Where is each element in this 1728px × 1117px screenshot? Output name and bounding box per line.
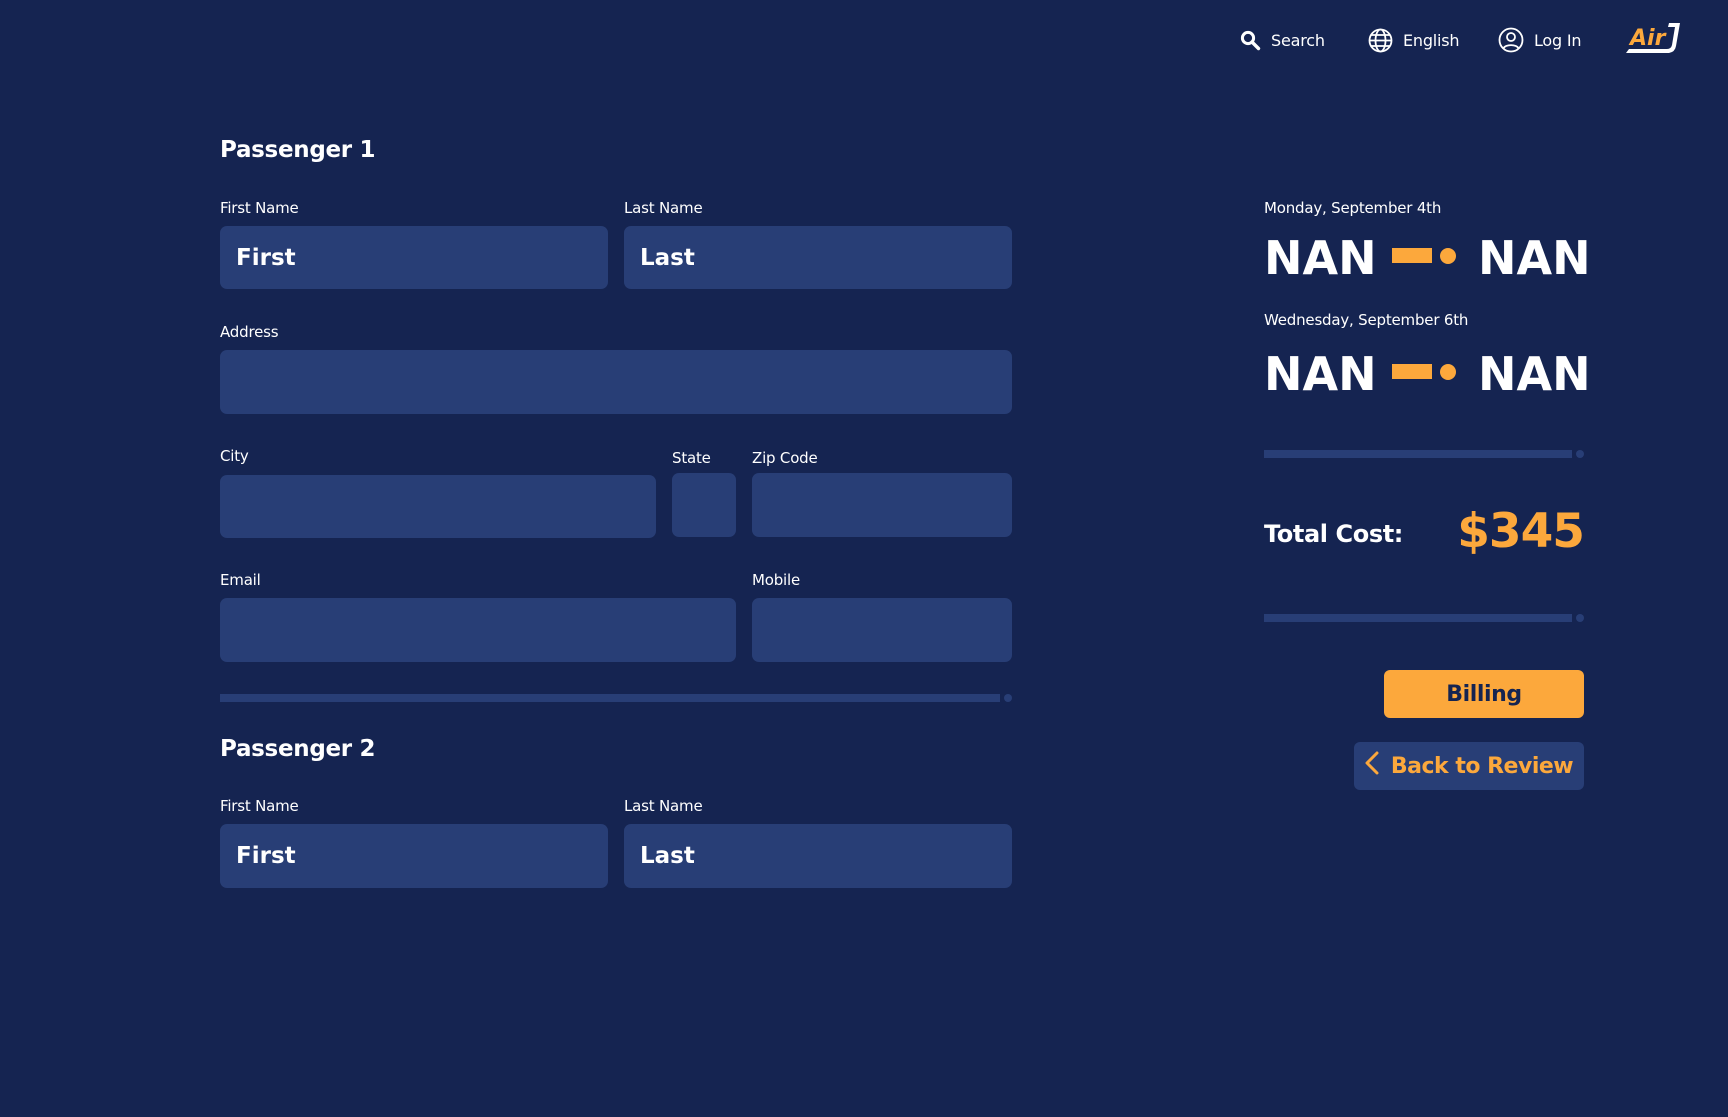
p1-email-input[interactable] xyxy=(220,598,736,662)
login-label: Log In xyxy=(1534,30,1582,50)
outbound-destination: NAN xyxy=(1478,231,1591,285)
p1-zip-input[interactable] xyxy=(752,473,1012,537)
summary-divider-top xyxy=(1264,450,1572,458)
back-to-review-label: Back to Review xyxy=(1390,753,1574,779)
logo-text: Air xyxy=(1628,26,1667,51)
p1-city-label: City xyxy=(220,447,249,465)
p1-first-name-label: First Name xyxy=(220,199,299,217)
user-circle-icon xyxy=(1498,27,1524,53)
passenger-1-title: Passenger 1 xyxy=(220,137,376,163)
p1-mobile-input[interactable] xyxy=(752,598,1012,662)
billing-button[interactable]: Billing xyxy=(1384,670,1584,718)
outbound-origin: NAN xyxy=(1264,231,1377,285)
language-selector[interactable]: English xyxy=(1368,26,1460,54)
globe-icon xyxy=(1368,28,1393,53)
outbound-date: Monday, September 4th xyxy=(1264,199,1442,217)
search-label: Search xyxy=(1271,30,1325,50)
p2-last-name-label: Last Name xyxy=(624,797,703,815)
divider-dot xyxy=(1576,614,1584,622)
p2-last-name-input[interactable] xyxy=(624,824,1012,888)
return-date: Wednesday, September 6th xyxy=(1264,311,1469,329)
total-cost-value: $345 xyxy=(1457,504,1585,559)
back-to-review-button[interactable]: Back to Review xyxy=(1354,742,1584,790)
route-line-icon xyxy=(1392,364,1432,379)
return-origin: NAN xyxy=(1264,347,1377,401)
route-dot-icon xyxy=(1440,364,1456,380)
return-destination: NAN xyxy=(1478,347,1591,401)
p1-state-input[interactable] xyxy=(672,473,736,537)
p1-city-input[interactable] xyxy=(220,475,656,538)
p1-first-name-input[interactable] xyxy=(220,226,608,289)
p1-address-label: Address xyxy=(220,323,279,341)
route-line-icon xyxy=(1392,248,1432,263)
p2-first-name-label: First Name xyxy=(220,797,299,815)
summary-divider-bottom xyxy=(1264,614,1572,622)
p1-mobile-label: Mobile xyxy=(752,571,801,589)
p2-first-name-input[interactable] xyxy=(220,824,608,888)
section-divider xyxy=(220,694,1000,702)
airj-logo[interactable]: Air xyxy=(1622,20,1684,60)
passenger-2-title: Passenger 2 xyxy=(220,736,376,762)
search-button[interactable]: Search xyxy=(1240,26,1325,54)
p1-zip-label: Zip Code xyxy=(752,449,818,467)
p1-last-name-label: Last Name xyxy=(624,199,703,217)
divider-dot xyxy=(1004,694,1012,702)
p1-last-name-input[interactable] xyxy=(624,226,1012,289)
route-dot-icon xyxy=(1440,248,1456,264)
p1-email-label: Email xyxy=(220,571,261,589)
search-icon xyxy=(1240,30,1261,51)
chevron-left-icon xyxy=(1365,751,1379,781)
login-button[interactable]: Log In xyxy=(1498,26,1582,54)
language-label: English xyxy=(1403,30,1460,50)
total-cost-label: Total Cost: xyxy=(1264,520,1403,548)
p1-state-label: State xyxy=(672,449,711,467)
p1-address-input[interactable] xyxy=(220,350,1012,414)
divider-dot xyxy=(1576,450,1584,458)
